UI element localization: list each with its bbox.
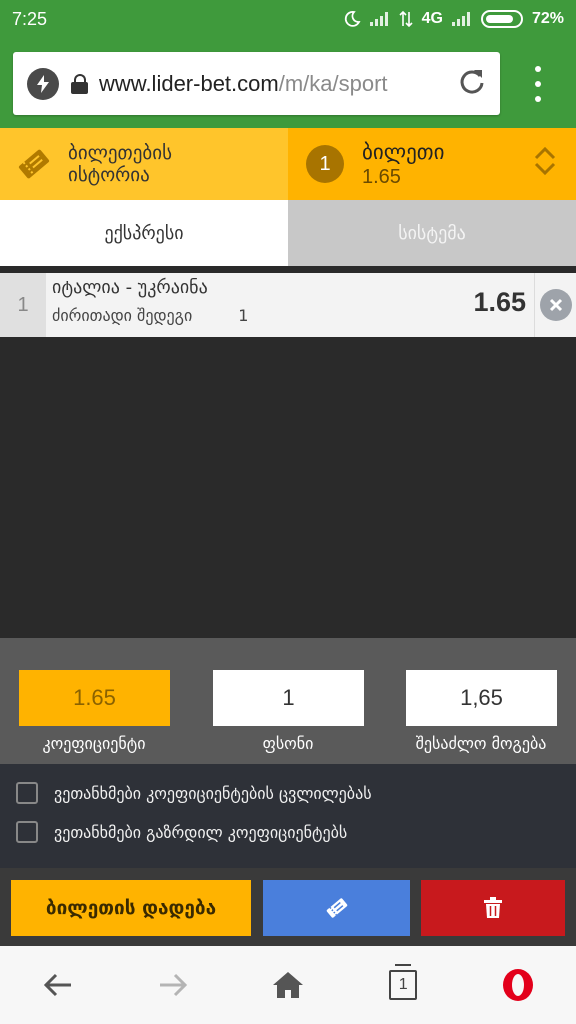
home-icon[interactable] xyxy=(258,955,318,1015)
ticket-history-label: ბილეთების ისტორია xyxy=(68,142,172,186)
agree-odds-change-checkbox[interactable] xyxy=(16,782,38,804)
network-type: 4G xyxy=(421,10,443,27)
arrow-right-icon[interactable] xyxy=(143,955,203,1015)
tab-express[interactable]: ექსპრესი xyxy=(0,200,288,266)
ticket-count-badge: 1 xyxy=(306,145,344,183)
tabs-icon[interactable]: 1 xyxy=(373,955,433,1015)
address-bar[interactable]: www.lider-bet.com/m/ka/sport xyxy=(13,52,500,115)
action-row: ბილეთის დადება xyxy=(0,868,576,946)
moon-icon xyxy=(344,11,361,27)
agree-increased-odds[interactable]: ვეთანხმები გაზრდილ კოეფიციენტებს xyxy=(16,820,347,844)
agreements-panel: ვეთანხმები კოეფიციენტების ცვლილებას ვეთა… xyxy=(0,764,576,868)
bet-market: ძირითადი შედეგი xyxy=(52,306,193,325)
place-bet-button[interactable]: ბილეთის დადება xyxy=(11,880,251,936)
ticket-total-odds: 1.65 xyxy=(362,165,401,188)
browser-toolbar: www.lider-bet.com/m/ka/sport xyxy=(0,38,576,128)
battery-icon xyxy=(480,10,523,28)
tab-count: 1 xyxy=(389,964,418,1000)
betslip-header: ბილეთების ისტორია 1 ბილეთი 1.65 xyxy=(0,128,576,200)
opera-logo-icon[interactable] xyxy=(488,955,548,1015)
more-vert-icon[interactable] xyxy=(528,66,548,102)
chevron-up-down-icon[interactable] xyxy=(534,146,556,176)
trash-icon[interactable] xyxy=(421,880,565,936)
possible-win-display: 1,65 xyxy=(406,670,557,726)
odds-display: 1.65 xyxy=(19,670,170,726)
clock: 7:25 xyxy=(12,8,48,29)
bet-info: იტალია - უკრაინა ძირითადი შედეგი 1 1.65 xyxy=(46,273,534,337)
stake-label: ფსონი xyxy=(262,734,314,753)
agree-increased-odds-checkbox[interactable] xyxy=(16,821,38,843)
signal-icon-2 xyxy=(451,12,472,26)
tab-system[interactable]: სისტემა xyxy=(288,200,576,266)
stake-input[interactable]: 1 xyxy=(213,670,364,726)
ticket-icon xyxy=(14,144,54,184)
lock-icon xyxy=(71,73,89,94)
ticket-share-icon[interactable] xyxy=(263,880,410,936)
data-arrows-icon xyxy=(399,10,413,28)
close-circle-icon[interactable] xyxy=(539,289,572,321)
odds-label: კოეფიციენტი xyxy=(42,734,146,753)
status-bar: 7:25 4G 72% xyxy=(0,0,576,38)
stake-panel: 1.65 1 1,65 კოეფიციენტი ფსონი შესაძლო მო… xyxy=(0,638,576,764)
bet-index: 1 xyxy=(0,273,46,337)
bet-type-tabs: ექსპრესი სისტემა xyxy=(0,200,576,266)
url-text[interactable]: www.lider-bet.com/m/ka/sport xyxy=(99,71,458,97)
ticket-summary[interactable]: 1 ბილეთი 1.65 xyxy=(288,128,576,200)
browser-bottom-nav: 1 xyxy=(0,946,576,1024)
ticket-history-button[interactable]: ბილეთების ისტორია xyxy=(0,128,288,200)
bet-odds: 1.65 xyxy=(473,287,526,317)
bolt-icon[interactable] xyxy=(27,67,59,100)
bet-selection: 1 xyxy=(238,306,249,325)
arrow-left-icon[interactable] xyxy=(28,955,88,1015)
bet-row: 1 იტალია - უკრაინა ძირითადი შედეგი 1 1.6… xyxy=(0,273,576,337)
screen: 7:25 4G 72% www.lider-bet.com/m/ka/sport… xyxy=(0,0,576,1024)
agree-odds-change[interactable]: ვეთანხმები კოეფიციენტების ცვლილებას xyxy=(16,781,372,805)
signal-icon xyxy=(369,12,390,26)
bet-match: იტალია - უკრაინა xyxy=(52,277,208,298)
reload-icon[interactable] xyxy=(458,67,486,101)
battery-level: 72% xyxy=(531,10,564,27)
possible-win-label: შესაძლო მოგება xyxy=(415,734,547,753)
ticket-title: ბილეთი xyxy=(362,139,445,164)
